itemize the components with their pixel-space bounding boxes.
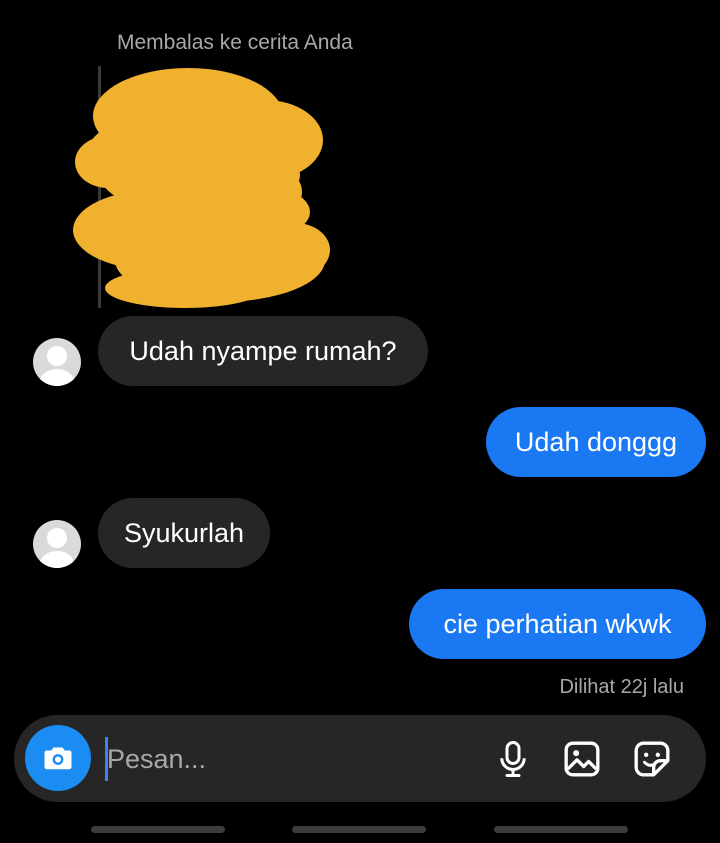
message-composer [14, 715, 706, 802]
microphone-icon [500, 741, 526, 777]
gallery-icon [564, 741, 600, 777]
message-bubble-outgoing[interactable]: Udah donggg [486, 407, 706, 477]
message-bubble-outgoing[interactable]: cie perhatian wkwk [409, 589, 706, 659]
camera-icon [44, 747, 72, 770]
avatar[interactable] [33, 520, 81, 568]
message-bubble-incoming[interactable]: Syukurlah [98, 498, 270, 568]
camera-button[interactable] [25, 725, 91, 791]
seen-status: Dilihat 22j lalu [559, 676, 684, 698]
nav-bar-handle [494, 826, 628, 833]
nav-bar-handle [292, 826, 426, 833]
reply-context-label: Membalas ke cerita Anda [117, 31, 353, 54]
sticker-button[interactable] [630, 737, 674, 781]
voice-message-button[interactable] [491, 737, 535, 781]
avatar[interactable] [33, 338, 81, 386]
gallery-button[interactable] [560, 737, 604, 781]
story-thumbnail-redacted[interactable] [70, 60, 335, 312]
sticker-icon [634, 741, 670, 777]
message-input[interactable] [107, 736, 467, 782]
nav-bar-handle [91, 826, 225, 833]
message-bubble-incoming[interactable]: Udah nyampe rumah? [98, 316, 428, 386]
